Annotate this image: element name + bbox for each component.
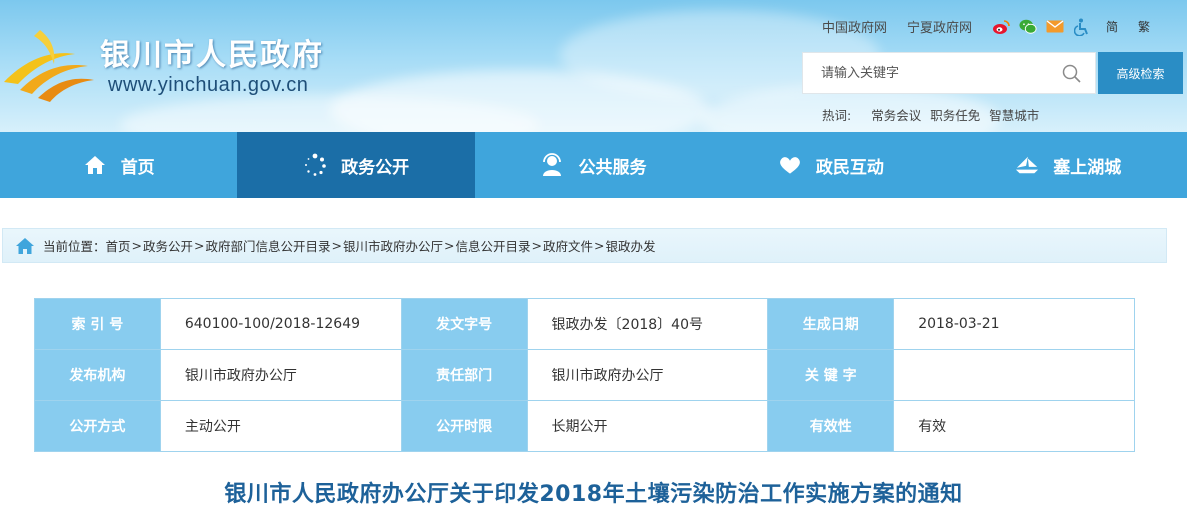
meta-value-disclosure-method: 主动公开 (159, 400, 402, 452)
breadcrumb-separator: > (531, 238, 543, 253)
meta-key-validity: 有效性 (767, 400, 895, 452)
breadcrumb: 当前位置： 首页 > 政务公开 > 政府部门信息公开目录 > 银川市政府办公厅 > 信息… (2, 228, 1167, 263)
service-icon (540, 153, 564, 177)
main-nav: 首页 政务公开 公共服务 政民互动 塞上湖城 (0, 132, 1187, 198)
nav-item-lake-city[interactable]: 塞上湖城 (950, 132, 1187, 198)
meta-key-publisher: 发布机构 (34, 349, 161, 401)
meta-value-publisher: 银川市政府办公厅 (159, 349, 402, 401)
breadcrumb-prefix: 当前位置： (43, 239, 106, 254)
meta-row: 索 引 号 640100-100/2018-12649 发文字号 银政办发〔20… (34, 298, 1135, 350)
breadcrumb-link[interactable]: 政务公开 (143, 236, 193, 255)
nav-item-label: 政民互动 (815, 157, 884, 178)
document-meta-table: 索 引 号 640100-100/2018-12649 发文字号 银政办发〔20… (34, 298, 1135, 452)
meta-row: 公开方式 主动公开 公开时限 长期公开 有效性 有效 (34, 400, 1135, 452)
advanced-search-button[interactable]: 高级检索 (1098, 52, 1183, 94)
breadcrumb-link[interactable]: 信息公开目录 (456, 236, 531, 255)
hot-word-link[interactable]: 职务任免 (930, 105, 980, 124)
breadcrumb-separator: > (594, 238, 605, 253)
hot-words: 热词: 常务会议 职务任免 智慧城市 (822, 105, 1048, 124)
meta-value-department: 银川市政府办公厅 (526, 349, 769, 401)
search-icon[interactable] (1061, 63, 1083, 85)
nav-item-label: 政务公开 (341, 157, 410, 178)
breadcrumb-link[interactable]: 银政办发 (606, 236, 656, 255)
nav-item-government-affairs[interactable]: 政务公开 (237, 132, 475, 198)
meta-row: 发布机构 银川市政府办公厅 责任部门 银川市政府办公厅 关 键 字 (34, 349, 1135, 401)
lang-traditional-link[interactable]: 繁 (1138, 18, 1150, 35)
hot-word-link[interactable]: 常务会议 (871, 105, 921, 124)
sail-icon (1015, 153, 1039, 177)
hands-heart-icon (778, 153, 802, 177)
lang-simplified-link[interactable]: 简 (1106, 18, 1118, 35)
home-icon (16, 237, 34, 254)
mail-icon[interactable] (1046, 18, 1064, 36)
top-links: 中国政府网 宁夏政府网 简 繁 (822, 17, 1164, 36)
meta-value-index: 640100-100/2018-12649 (159, 298, 402, 350)
breadcrumb-link[interactable]: 政府文件 (543, 236, 593, 255)
nav-item-label: 塞上湖城 (1053, 157, 1122, 178)
breadcrumb-separator: > (331, 238, 343, 253)
nav-item-label: 公共服务 (578, 157, 647, 178)
nav-item-home[interactable]: 首页 (0, 132, 237, 198)
home-icon (83, 153, 107, 177)
meta-value-date: 2018-03-21 (893, 298, 1135, 350)
meta-key-disclosure-period: 公开时限 (400, 400, 528, 452)
search-input[interactable] (803, 53, 1059, 93)
wechat-icon[interactable] (1019, 18, 1037, 36)
search-box (802, 52, 1096, 94)
breadcrumb-separator: > (194, 238, 205, 253)
site-header: 银川市人民政府 www.yinchuan.gov.cn 中国政府网 宁夏政府网 … (0, 0, 1187, 132)
meta-value-keywords (893, 349, 1135, 401)
meta-key-date: 生成日期 (767, 298, 895, 350)
weibo-icon[interactable] (992, 18, 1010, 36)
site-title[interactable]: 银川市人民政府 (100, 30, 324, 74)
accessibility-icon[interactable] (1073, 18, 1091, 36)
meta-key-keywords: 关 键 字 (767, 349, 895, 401)
meta-value-doc-number: 银政办发〔2018〕40号 (526, 298, 769, 350)
breadcrumb-link[interactable]: 政府部门信息公开目录 (206, 236, 331, 255)
breadcrumb-link[interactable]: 银川市政府办公厅 (343, 236, 443, 255)
breadcrumb-separator: > (444, 238, 455, 253)
hot-words-label: 热词: (822, 108, 852, 123)
document-title: 银川市人民政府办公厅关于印发2018年土壤污染防治工作实施方案的通知 (224, 482, 963, 507)
top-link-ningxia[interactable]: 宁夏政府网 (907, 17, 972, 36)
nav-item-interaction[interactable]: 政民互动 (712, 132, 949, 198)
dots-icon (303, 153, 327, 177)
hot-word-link[interactable]: 智慧城市 (989, 105, 1039, 124)
breadcrumb-link[interactable]: 首页 (106, 236, 131, 255)
meta-value-validity: 有效 (893, 400, 1135, 452)
nav-item-label: 首页 (120, 157, 155, 178)
nav-item-public-service[interactable]: 公共服务 (475, 132, 712, 198)
top-link-gov-cn[interactable]: 中国政府网 (822, 17, 887, 36)
meta-key-index: 索 引 号 (34, 298, 161, 350)
meta-value-disclosure-period: 长期公开 (526, 400, 769, 452)
site-url: www.yinchuan.gov.cn (108, 74, 309, 96)
city-logo[interactable] (0, 20, 100, 110)
meta-key-doc-number: 发文字号 (400, 298, 528, 350)
breadcrumb-separator: > (131, 238, 143, 253)
meta-key-department: 责任部门 (400, 349, 528, 401)
meta-key-disclosure-method: 公开方式 (34, 400, 161, 452)
